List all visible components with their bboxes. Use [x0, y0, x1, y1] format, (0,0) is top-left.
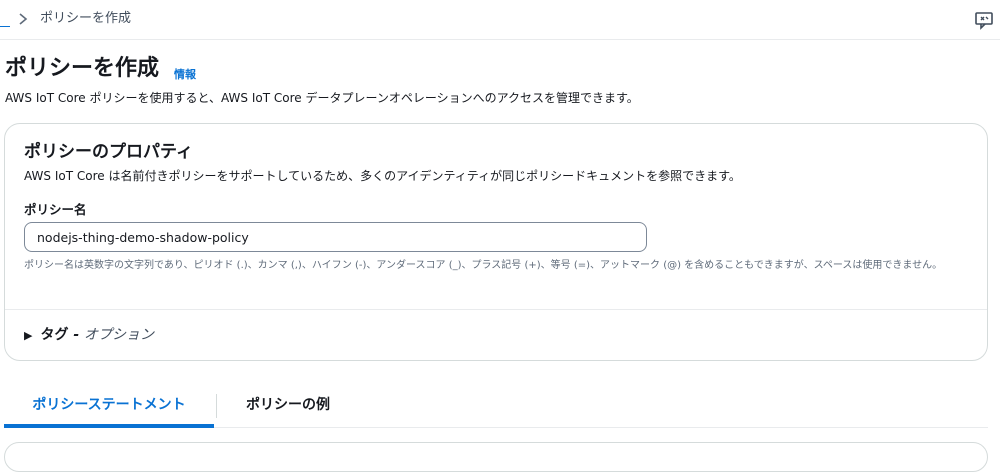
tab-policy-statements[interactable]: ポリシーステートメント: [4, 386, 214, 428]
policy-name-label: ポリシー名: [24, 202, 87, 217]
tags-separator: -: [68, 327, 85, 343]
section-divider: [5, 309, 987, 310]
tab-divider: [216, 394, 217, 418]
policy-properties-container: ポリシーのプロパティ AWS IoT Core は名前付きポリシーをサポートして…: [4, 123, 988, 361]
feedback-icon[interactable]: [974, 10, 994, 30]
top-navigation-bar: ポリシーを作成: [0, 0, 1000, 40]
tags-expander[interactable]: ▶ タグ - オプション: [24, 324, 154, 346]
tags-optional-label: オプション: [84, 327, 155, 343]
policy-name-input[interactable]: [24, 222, 647, 252]
properties-description: AWS IoT Core は名前付きポリシーをサポートしているため、多くのアイデ…: [24, 169, 741, 183]
caret-right-icon: ▶: [24, 329, 33, 342]
breadcrumb-previous-link[interactable]: [0, 9, 10, 27]
chevron-right-icon: [19, 13, 28, 25]
policy-name-hint: ポリシー名は英数字の文字列であり、ピリオド (.)、カンマ (,)、ハイフン (…: [24, 260, 943, 271]
breadcrumb-current: ポリシーを作成: [40, 11, 132, 26]
page-title: ポリシーを作成: [5, 56, 160, 81]
tab-policy-examples[interactable]: ポリシーの例: [218, 386, 358, 428]
policy-tabs: ポリシーステートメント ポリシーの例: [4, 386, 988, 428]
properties-title: ポリシーのプロパティ: [24, 142, 193, 162]
page-description: AWS IoT Core ポリシーを使用すると、AWS IoT Core データ…: [5, 91, 639, 105]
tags-label: タグ: [40, 327, 69, 343]
policy-statements-container: [4, 442, 988, 472]
info-link[interactable]: 情報: [174, 66, 196, 82]
